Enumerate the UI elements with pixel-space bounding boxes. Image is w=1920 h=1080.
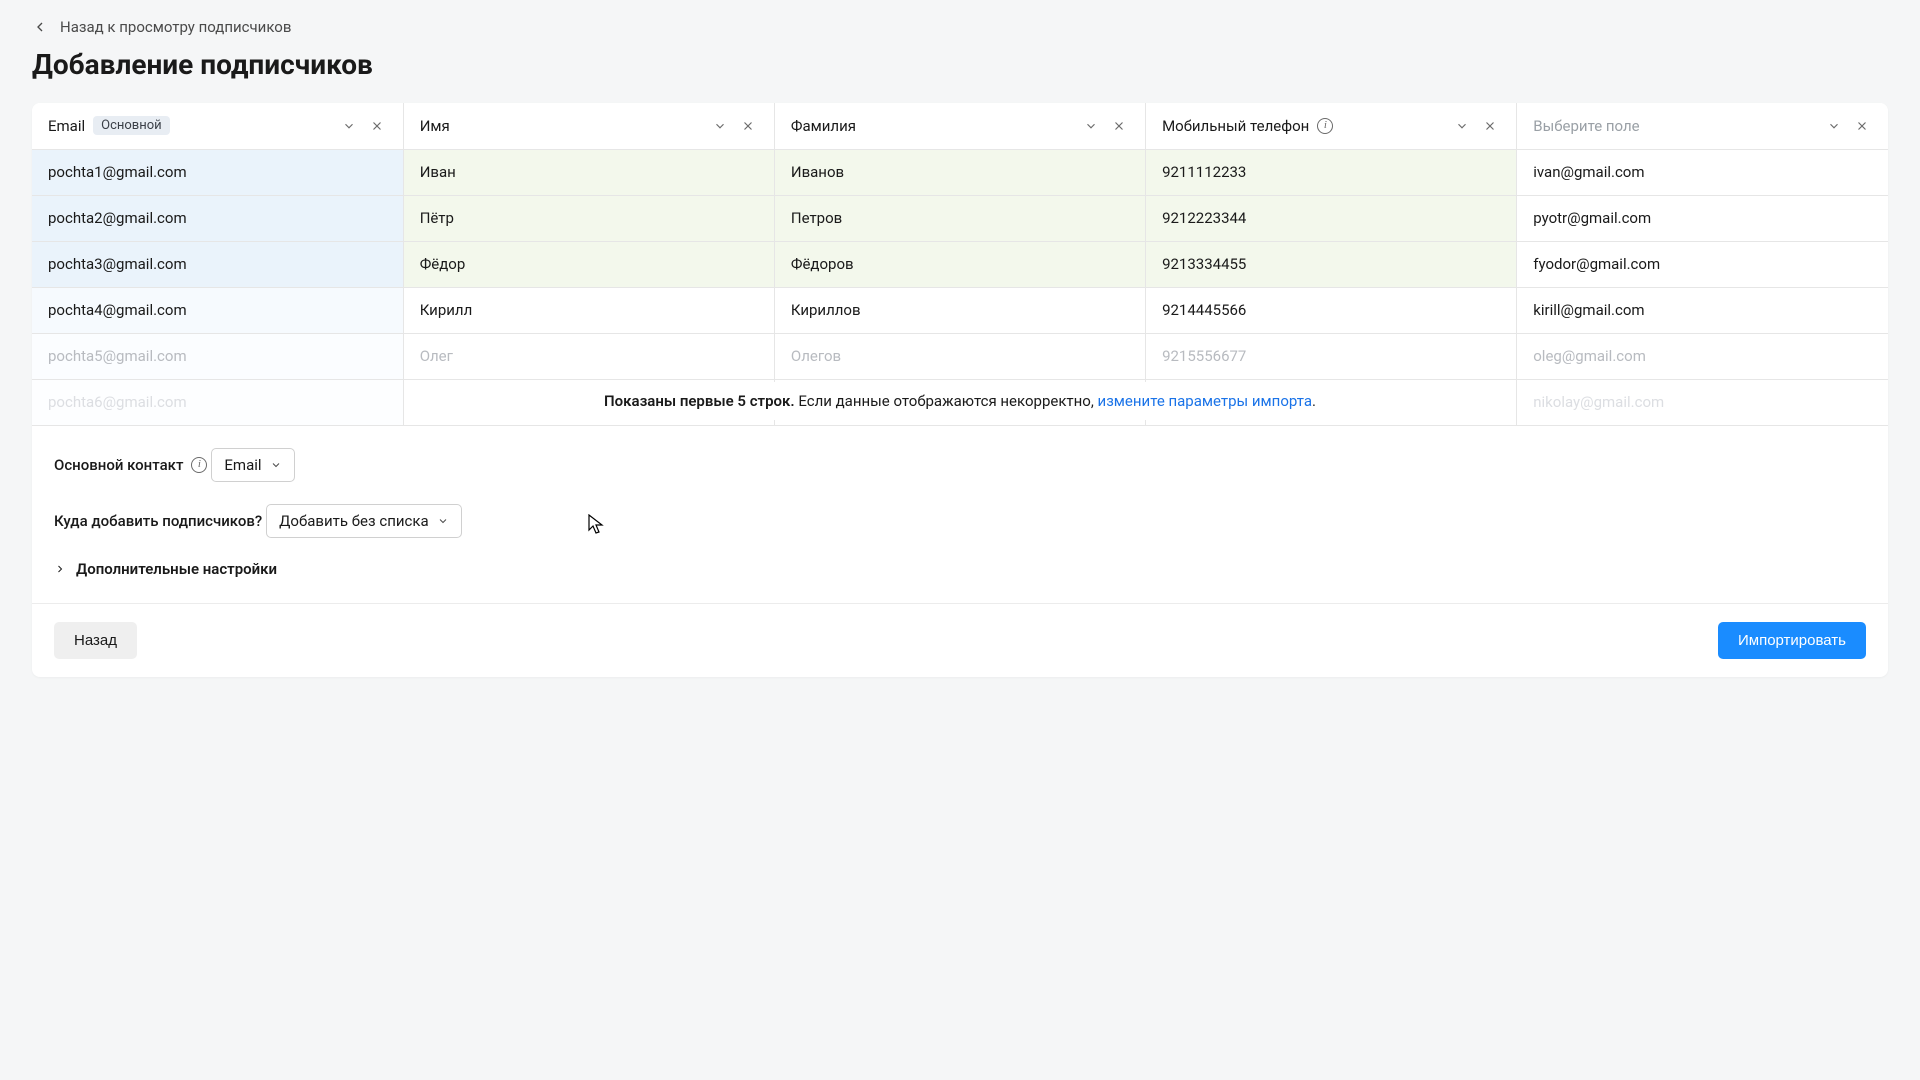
- cell-email: pochta2@gmail.com: [32, 195, 403, 241]
- cell-email: pochta6@gmail.com: [32, 379, 403, 425]
- cell-phone: 9211112233: [1146, 149, 1517, 195]
- preview-note-text1: Если данные отображаются некорректно,: [795, 392, 1098, 410]
- chevron-down-icon: [437, 515, 449, 527]
- column-label: Имя: [420, 117, 450, 135]
- cell-surname: Олегов: [774, 333, 1145, 379]
- cell-name: Иван: [403, 149, 774, 195]
- column-header: Мобильный телефон i: [1146, 103, 1517, 149]
- cell-surname: Петров: [774, 195, 1145, 241]
- cell-extra: oleg@gmail.com: [1517, 333, 1888, 379]
- cell-email: pochta5@gmail.com: [32, 333, 403, 379]
- page-title: Добавление подписчиков: [32, 48, 1888, 81]
- target-list-value: Добавить без списка: [279, 512, 428, 530]
- chevron-down-icon: [270, 459, 282, 471]
- primary-badge: Основной: [93, 116, 170, 135]
- cell-extra: ivan@gmail.com: [1517, 149, 1888, 195]
- back-link-label: Назад к просмотру подписчиков: [60, 18, 291, 36]
- subscribers-preview-table: Email Основной Имя Фамилия Мобильный телефон…: [32, 103, 1888, 426]
- cell-phone: 9214445566: [1146, 287, 1517, 333]
- arrow-left-icon: [32, 19, 48, 35]
- column-header: Email Основной: [32, 103, 403, 149]
- column-remove-button[interactable]: [1109, 116, 1129, 136]
- column-label: Выберите поле: [1533, 117, 1639, 135]
- target-list-select[interactable]: Добавить без списка: [266, 504, 461, 538]
- column-label: Email: [48, 117, 85, 135]
- cell-name: Фёдор: [403, 241, 774, 287]
- cell-extra: pyotr@gmail.com: [1517, 195, 1888, 241]
- column-remove-button[interactable]: [1852, 116, 1872, 136]
- cell-name: Кирилл: [403, 287, 774, 333]
- column-remove-button[interactable]: [367, 116, 387, 136]
- cell-name: Пётр: [403, 195, 774, 241]
- advanced-settings-label: Дополнительные настройки: [76, 560, 277, 578]
- cell-phone: 9212223344: [1146, 195, 1517, 241]
- import-button[interactable]: Импортировать: [1718, 622, 1866, 659]
- cell-surname: Кириллов: [774, 287, 1145, 333]
- column-mapping-dropdown[interactable]: [1081, 116, 1101, 136]
- table-row: pochta5@gmail.comОлегОлегов9215556677ole…: [32, 333, 1888, 379]
- cell-surname: Фёдоров: [774, 241, 1145, 287]
- cell-email: pochta4@gmail.com: [32, 287, 403, 333]
- cell-surname: Иванов: [774, 149, 1145, 195]
- preview-note-bold: Показаны первые 5 строк.: [604, 392, 795, 410]
- column-label: Фамилия: [791, 117, 856, 135]
- back-link[interactable]: Назад к просмотру подписчиков: [32, 18, 291, 36]
- column-header: Выберите поле: [1517, 103, 1888, 149]
- table-row: pochta3@gmail.comФёдорФёдоров9213334455f…: [32, 241, 1888, 287]
- column-mapping-dropdown[interactable]: [339, 116, 359, 136]
- cell-extra: fyodor@gmail.com: [1517, 241, 1888, 287]
- primary-contact-value: Email: [224, 456, 261, 474]
- column-label: Мобильный телефон: [1162, 117, 1309, 135]
- cell-name: Олег: [403, 333, 774, 379]
- primary-contact-label: Основной контакт i: [54, 456, 207, 474]
- column-mapping-dropdown[interactable]: [710, 116, 730, 136]
- chevron-right-icon: [54, 563, 66, 575]
- cell-extra: kirill@gmail.com: [1517, 287, 1888, 333]
- preview-note: Показаны первые 5 строк. Если данные ото…: [588, 382, 1332, 420]
- advanced-settings-toggle[interactable]: Дополнительные настройки: [54, 560, 277, 578]
- preview-note-text2: .: [1312, 392, 1316, 410]
- cell-email: pochta3@gmail.com: [32, 241, 403, 287]
- table-row: pochta2@gmail.comПётрПетров9212223344pyo…: [32, 195, 1888, 241]
- cell-phone: 9215556677: [1146, 333, 1517, 379]
- column-mapping-dropdown[interactable]: [1824, 116, 1844, 136]
- column-remove-button[interactable]: [1480, 116, 1500, 136]
- column-remove-button[interactable]: [738, 116, 758, 136]
- cell-email: pochta1@gmail.com: [32, 149, 403, 195]
- cell-phone: 9213334455: [1146, 241, 1517, 287]
- primary-contact-select[interactable]: Email: [211, 448, 294, 482]
- cell-extra: nikolay@gmail.com: [1517, 379, 1888, 425]
- table-row: pochta1@gmail.comИванИванов9211112233iva…: [32, 149, 1888, 195]
- back-button[interactable]: Назад: [54, 622, 137, 659]
- info-icon[interactable]: i: [191, 457, 207, 473]
- change-import-params-link[interactable]: измените параметры импорта: [1098, 392, 1312, 410]
- table-row: pochta4@gmail.comКириллКириллов921444556…: [32, 287, 1888, 333]
- column-header: Имя: [403, 103, 774, 149]
- column-mapping-dropdown[interactable]: [1452, 116, 1472, 136]
- import-card: Email Основной Имя Фамилия Мобильный телефон…: [32, 103, 1888, 677]
- target-list-label: Куда добавить подписчиков?: [54, 512, 262, 530]
- info-icon[interactable]: i: [1317, 118, 1333, 134]
- column-header: Фамилия: [774, 103, 1145, 149]
